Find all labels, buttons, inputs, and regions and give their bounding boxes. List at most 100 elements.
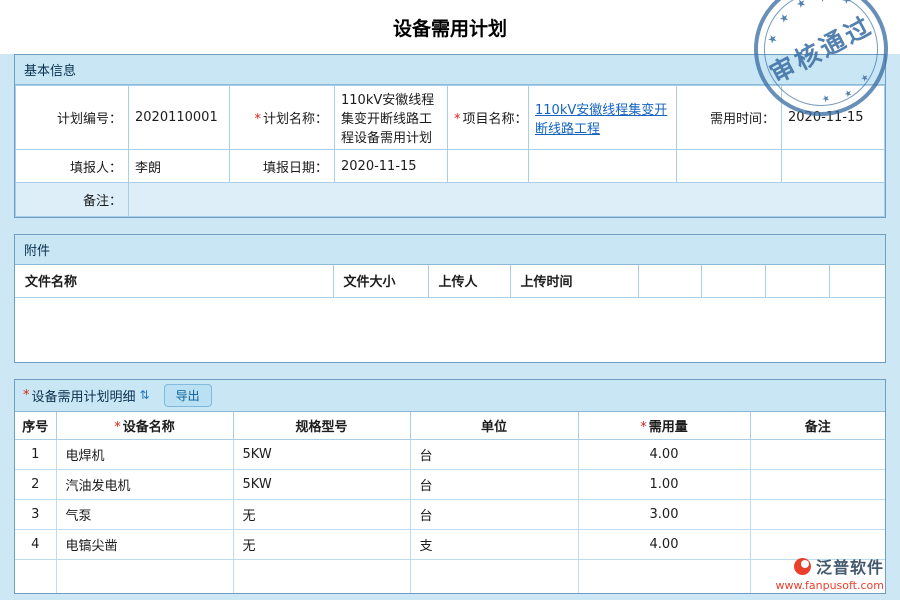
spec-model: 无: [233, 499, 410, 529]
device-name: 电镐尖凿: [56, 529, 233, 559]
star-icon: ★: [860, 73, 871, 85]
required-qty: 3.00: [578, 499, 750, 529]
detail-row: 1电焊机5KW台4.00: [15, 439, 885, 469]
need-date-label: 需用时间：: [677, 86, 782, 150]
basic-info-table: 计划编号： 2020110001 *计划名称： 110kV安徽线程集变开断线路工…: [15, 85, 885, 217]
remark-label: 备注：: [16, 183, 129, 217]
unit: 台: [410, 469, 578, 499]
attachment-column-uploadtime: 上传时间: [510, 265, 638, 297]
col-required-qty: *需用量: [578, 412, 750, 440]
unit: 台: [410, 439, 578, 469]
row-index: 4: [15, 529, 56, 559]
device-name: 汽油发电机: [56, 469, 233, 499]
required-asterisk: *: [640, 420, 647, 435]
remark-value: [129, 183, 885, 217]
plan-no-label: 计划编号：: [16, 86, 129, 150]
fanpu-logo-icon: [794, 558, 811, 575]
sort-icon[interactable]: ⇅: [140, 388, 150, 402]
attachment-column-filename: 文件名称: [15, 265, 333, 297]
required-asterisk: *: [23, 388, 30, 403]
empty-cell: [56, 559, 233, 593]
spec-model: 无: [233, 529, 410, 559]
attachment-column-empty: [765, 265, 829, 297]
basic-info-panel: 基本信息 计划编号： 2020110001 *计划名称： 110kV安徽线程集变…: [14, 54, 886, 218]
star-icon: ★: [794, 0, 808, 11]
project-name-link[interactable]: 110kV安徽线程集变开断线路工程: [535, 103, 667, 137]
attachments-panel: 附件 文件名称 文件大小 上传人 上传时间: [14, 234, 886, 363]
page-title: 设备需用计划: [393, 14, 507, 41]
attachment-column-empty: [829, 265, 885, 297]
plan-name-label: *计划名称：: [230, 86, 335, 150]
vendor-branding: 泛普软件 www.fanpusoft.com: [776, 554, 884, 592]
row-index: 3: [15, 499, 56, 529]
detail-row: 2汽油发电机5KW台1.00: [15, 469, 885, 499]
required-qty: 1.00: [578, 469, 750, 499]
star-icon: ★: [840, 0, 854, 7]
col-remark: 备注: [750, 412, 885, 440]
detail-row: 3气泵无台3.00: [15, 499, 885, 529]
details-header-row: 序号 *设备名称 规格型号 单位 *需用量 备注: [15, 412, 885, 440]
remark: [750, 499, 885, 529]
reporter-value: 李朗: [129, 150, 230, 183]
empty-row: [15, 559, 885, 593]
project-name-label: *项目名称：: [448, 86, 529, 150]
required-asterisk: *: [454, 112, 461, 127]
empty-cell: [529, 150, 677, 183]
col-device-name: *设备名称: [56, 412, 233, 440]
empty-cell: [15, 559, 56, 593]
empty-cell: [233, 559, 410, 593]
report-date-value: 2020-11-15: [335, 150, 448, 183]
star-icon: ★: [777, 11, 791, 25]
unit: 支: [410, 529, 578, 559]
spec-model: 5KW: [233, 469, 410, 499]
plan-name-value: 110kV安徽线程集变开断线路工程设备需用计划: [335, 86, 448, 150]
row-index: 1: [15, 439, 56, 469]
empty-cell: [410, 559, 578, 593]
info-row: 备注：: [16, 183, 885, 217]
details-table: 序号 *设备名称 规格型号 单位 *需用量 备注 1电焊机5KW台4.002汽油…: [15, 412, 885, 594]
attachment-column-empty: [701, 265, 765, 297]
detail-row: 4电镐尖凿无支4.00: [15, 529, 885, 559]
remark: [750, 439, 885, 469]
device-name: 电焊机: [56, 439, 233, 469]
device-name: 气泵: [56, 499, 233, 529]
details-title: 设备需用计划明细: [32, 386, 136, 405]
attachment-column-filesize: 文件大小: [333, 265, 428, 297]
plan-no-value: 2020110001: [129, 86, 230, 150]
row-index: 2: [15, 469, 56, 499]
attachments-header: 附件: [15, 235, 885, 265]
export-button[interactable]: 导出: [164, 384, 212, 407]
remark: [750, 469, 885, 499]
empty-cell: [578, 559, 750, 593]
required-qty: 4.00: [578, 529, 750, 559]
attachment-column-empty: [638, 265, 701, 297]
info-row: 填报人： 李朗 填报日期： 2020-11-15: [16, 150, 885, 183]
attachments-header-row: 文件名称 文件大小 上传人 上传时间: [15, 265, 885, 297]
attachments-empty-area: [15, 298, 885, 362]
star-icon: ★: [816, 0, 830, 5]
star-icon: ★: [843, 89, 854, 101]
empty-cell: [677, 150, 782, 183]
details-panel: * 设备需用计划明细 ⇅ 导出 序号 *设备名称 规格型号 单位 *需用量 备注…: [14, 379, 886, 595]
star-icon: ★: [821, 94, 832, 106]
spec-model: 5KW: [233, 439, 410, 469]
details-header-bar: * 设备需用计划明细 ⇅ 导出: [15, 380, 885, 412]
required-qty: 4.00: [578, 439, 750, 469]
empty-cell: [782, 150, 885, 183]
required-asterisk: *: [114, 420, 121, 435]
col-spec-model: 规格型号: [233, 412, 410, 440]
project-name-cell: 110kV安徽线程集变开断线路工程: [529, 86, 677, 150]
col-unit: 单位: [410, 412, 578, 440]
col-seq: 序号: [15, 412, 56, 440]
equipment-plan-page: 设备需用计划 ★ ★ ★ ★ ★ ★ ★ ★ 审核通过 基本信息 计划编号： 2…: [0, 0, 900, 600]
unit: 台: [410, 499, 578, 529]
required-asterisk: *: [254, 112, 261, 127]
attachments-table: 文件名称 文件大小 上传人 上传时间: [15, 265, 885, 298]
brand-url: www.fanpusoft.com: [776, 579, 884, 592]
report-date-label: 填报日期：: [230, 150, 335, 183]
reporter-label: 填报人：: [16, 150, 129, 183]
info-row: 计划编号： 2020110001 *计划名称： 110kV安徽线程集变开断线路工…: [16, 86, 885, 150]
brand-name: 泛普软件: [816, 554, 884, 578]
star-icon: ★: [766, 32, 780, 46]
empty-cell: [448, 150, 529, 183]
